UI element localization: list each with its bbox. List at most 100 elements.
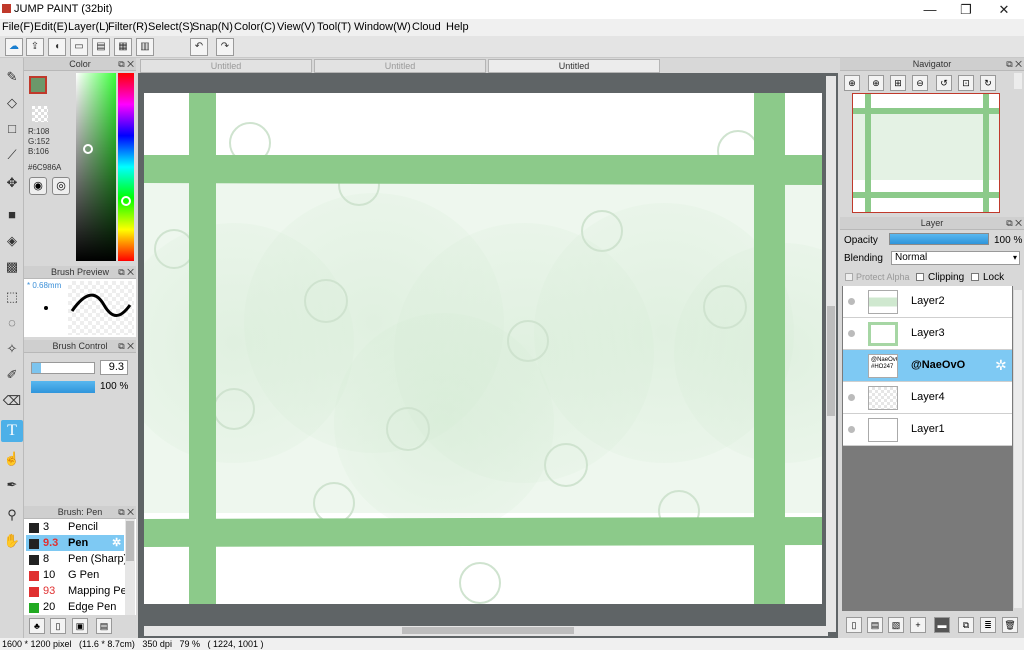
- layer-row-layer2[interactable]: Layer2: [843, 286, 1012, 318]
- page-manager-icon[interactable]: ▥: [136, 38, 154, 56]
- color-picker-handle[interactable]: [83, 144, 93, 154]
- shape-tool-icon[interactable]: □: [1, 118, 23, 140]
- line-tool-icon[interactable]: ⟋: [1, 144, 23, 166]
- brush-item-pen-sharp[interactable]: 8 Pen (Sharp): [26, 551, 127, 567]
- menu-snap[interactable]: Snap(N): [192, 21, 233, 33]
- sub-color-swatch[interactable]: [32, 106, 48, 122]
- duplicate-layer-icon[interactable]: ⧉: [958, 617, 974, 633]
- rotate-left-icon[interactable]: ↺: [936, 75, 952, 91]
- menu-file[interactable]: File(F): [2, 21, 34, 33]
- new-vector-layer-icon[interactable]: ▤: [867, 617, 883, 633]
- brush-list-scrollbar[interactable]: [125, 519, 135, 615]
- brush-item-g-pen[interactable]: 10 G Pen: [26, 567, 124, 583]
- layer-menu-icon[interactable]: ≣: [980, 617, 996, 633]
- panel-close-icon[interactable]: ⧉ ✕: [118, 340, 134, 353]
- fit-window-icon[interactable]: ⊡: [958, 75, 974, 91]
- restore-button[interactable]: ❐: [948, 0, 984, 19]
- brush-settings-icon[interactable]: ▤: [96, 618, 112, 634]
- brush-item-pen[interactable]: 9.3 Pen ✲: [26, 535, 124, 551]
- redo-icon[interactable]: ↷: [216, 38, 234, 56]
- menu-view[interactable]: View(V): [277, 21, 315, 33]
- magic-wand-icon[interactable]: ✧: [1, 338, 23, 360]
- tab-untitled-2[interactable]: Untitled: [314, 59, 486, 73]
- layer-row-naeovo[interactable]: @NaeOvO #HO247 @NaeOvO ✲: [843, 350, 1012, 382]
- new-brush-icon[interactable]: ▯: [50, 618, 66, 634]
- main-color-swatch[interactable]: [29, 76, 47, 94]
- brush-opacity-slider[interactable]: [31, 381, 95, 393]
- undo-icon[interactable]: ↶: [190, 38, 208, 56]
- eyedropper-tool-icon[interactable]: ⚲: [1, 504, 23, 526]
- select-eraser-icon[interactable]: ⌫: [1, 390, 23, 412]
- minimize-button[interactable]: —: [912, 0, 948, 19]
- zoom-in-icon[interactable]: ⊕: [868, 75, 884, 91]
- visibility-eye-icon[interactable]: [848, 330, 855, 337]
- canvas-vertical-scrollbar[interactable]: [826, 76, 836, 632]
- hand-tool-icon[interactable]: ✋: [1, 530, 23, 552]
- drawing-canvas[interactable]: [144, 93, 822, 604]
- visibility-eye-icon[interactable]: [848, 394, 855, 401]
- pen-tool-icon[interactable]: ✒: [1, 474, 23, 496]
- panel-close-icon[interactable]: ⧉ ✕: [118, 506, 134, 519]
- palette-icon[interactable]: ◉: [29, 177, 47, 195]
- menu-cloud[interactable]: Cloud: [412, 21, 441, 33]
- tab-untitled-1[interactable]: Untitled: [140, 59, 312, 73]
- layer-settings-gear-icon[interactable]: ✲: [995, 357, 1007, 374]
- new-halftone-layer-icon[interactable]: ▧: [888, 617, 904, 633]
- brush-size-input[interactable]: 9.3: [100, 360, 128, 375]
- panel-close-icon[interactable]: ⧉ ✕: [118, 58, 134, 71]
- comment-icon[interactable]: ▭: [70, 38, 88, 56]
- menu-layer[interactable]: Layer(L): [68, 21, 109, 33]
- blending-select[interactable]: Normal ▾: [891, 251, 1020, 265]
- hue-slider[interactable]: [118, 73, 134, 261]
- menu-filter[interactable]: Filter(R): [108, 21, 148, 33]
- menu-window[interactable]: Window(W): [354, 21, 411, 33]
- copy-brush-icon[interactable]: ▣: [72, 618, 88, 634]
- menu-select[interactable]: Select(S): [148, 21, 193, 33]
- new-layer-icon[interactable]: ▯: [846, 617, 862, 633]
- select-pen-icon[interactable]: ✐: [1, 364, 23, 386]
- brush-tool-icon[interactable]: ✎: [1, 66, 23, 88]
- panel-close-icon[interactable]: ⧉ ✕: [1006, 58, 1022, 71]
- visibility-eye-icon[interactable]: [848, 426, 855, 433]
- protect-alpha-checkbox[interactable]: [845, 273, 853, 281]
- layer-opacity-slider[interactable]: [889, 233, 989, 245]
- cloud-icon[interactable]: ☁: [5, 38, 23, 56]
- menu-edit[interactable]: Edit(E): [34, 21, 68, 33]
- layer-row-layer3[interactable]: Layer3: [843, 318, 1012, 350]
- delete-layer-icon[interactable]: 🗑: [1002, 617, 1018, 633]
- close-button[interactable]: ✕: [986, 0, 1022, 19]
- palette-settings-icon[interactable]: ◎: [52, 177, 70, 195]
- tab-untitled-3[interactable]: Untitled: [488, 59, 660, 73]
- speech-bubble-icon[interactable]: ◖: [48, 38, 66, 56]
- add-layer-icon[interactable]: +: [910, 617, 926, 633]
- navigator-scrollbar[interactable]: [1014, 73, 1022, 89]
- eraser-tool-icon[interactable]: ◇: [1, 92, 23, 114]
- layer-row-layer1[interactable]: Layer1: [843, 414, 1012, 446]
- add-brush-icon[interactable]: ♣: [29, 618, 45, 634]
- page-icon[interactable]: ▤: [92, 38, 110, 56]
- zoom-actual-icon[interactable]: ⊞: [890, 75, 906, 91]
- saturation-value-field[interactable]: [76, 73, 116, 261]
- visibility-eye-icon[interactable]: [848, 298, 855, 305]
- rect-select-icon[interactable]: ⬚: [1, 286, 23, 308]
- clipping-checkbox[interactable]: [916, 273, 924, 281]
- navigator-thumbnail[interactable]: [852, 93, 1000, 213]
- hue-handle[interactable]: [121, 196, 131, 206]
- brush-item-edge-pen[interactable]: 20 Edge Pen: [26, 599, 124, 615]
- brush-item-mapping-pen[interactable]: 93 Mapping Pe: [26, 583, 127, 599]
- lock-checkbox[interactable]: [971, 273, 979, 281]
- panel-close-icon[interactable]: ⧉ ✕: [118, 266, 134, 279]
- zoom-fit-icon[interactable]: ⊕: [844, 75, 860, 91]
- menu-help[interactable]: Help: [446, 21, 469, 33]
- upload-icon[interactable]: ⇪: [26, 38, 44, 56]
- brush-item-pencil[interactable]: 3 Pencil: [26, 519, 124, 535]
- page-list-icon[interactable]: ▦: [114, 38, 132, 56]
- bucket-tool-icon[interactable]: ◈: [1, 230, 23, 252]
- move-tool-icon[interactable]: ✥: [1, 172, 23, 194]
- menu-tool[interactable]: Tool(T): [317, 21, 351, 33]
- layer-list-scrollbar[interactable]: [1014, 290, 1022, 608]
- operation-tool-icon[interactable]: ☝: [1, 448, 23, 470]
- canvas-horizontal-scrollbar[interactable]: [144, 626, 828, 636]
- panel-close-icon[interactable]: ⧉ ✕: [1006, 217, 1022, 230]
- lasso-select-icon[interactable]: ◌: [1, 312, 23, 334]
